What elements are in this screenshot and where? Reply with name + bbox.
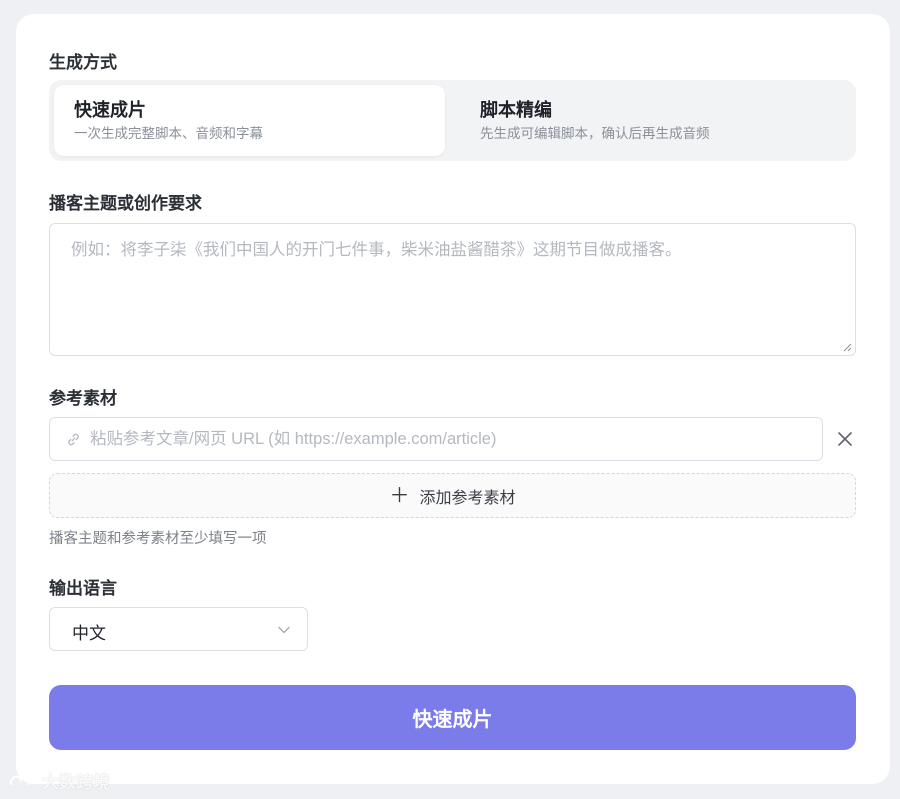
- topic-field: [49, 223, 856, 356]
- mode-option-desc: 先生成可编辑脚本，确认后再生成音频: [480, 126, 710, 141]
- plus-icon: ＋: [389, 484, 410, 507]
- topic-label: 播客主题或创作要求: [49, 194, 202, 213]
- reference-label: 参考素材: [49, 389, 117, 408]
- requirement-hint: 播客主题和参考素材至少填写一项: [49, 531, 267, 547]
- add-reference-button[interactable]: ＋ 添加参考素材: [49, 473, 856, 518]
- mode-option-title: 脚本精编: [480, 100, 552, 120]
- mode-option-title: 快速成片: [74, 100, 146, 120]
- mode-option-quick[interactable]: 快速成片 一次生成完整脚本、音频和字幕: [54, 85, 445, 156]
- close-icon[interactable]: [835, 429, 855, 449]
- watermark: 大数跨境: [8, 768, 110, 793]
- reference-url-field: [49, 417, 823, 461]
- reference-url-input[interactable]: [90, 418, 810, 460]
- mode-option-script[interactable]: 脚本精编 先生成可编辑脚本，确认后再生成音频: [460, 85, 851, 156]
- language-select[interactable]: 中文: [49, 607, 308, 651]
- watermark-text: 大数跨境: [42, 773, 110, 792]
- mode-option-desc: 一次生成完整脚本、音频和字幕: [74, 126, 263, 141]
- resize-handle-icon[interactable]: [843, 343, 852, 352]
- watermark-logo-icon: [9, 772, 37, 785]
- mode-selector: 快速成片 一次生成完整脚本、音频和字幕 脚本精编 先生成可编辑脚本，确认后再生成…: [49, 80, 856, 161]
- link-icon: [68, 433, 79, 446]
- topic-textarea[interactable]: [50, 224, 855, 355]
- mode-label: 生成方式: [49, 53, 117, 72]
- submit-button[interactable]: 快速成片: [49, 685, 856, 750]
- add-reference-label: 添加参考素材: [419, 489, 516, 507]
- language-selected-value: 中文: [72, 624, 106, 643]
- chevron-down-icon: [278, 626, 290, 634]
- language-label: 输出语言: [49, 579, 117, 598]
